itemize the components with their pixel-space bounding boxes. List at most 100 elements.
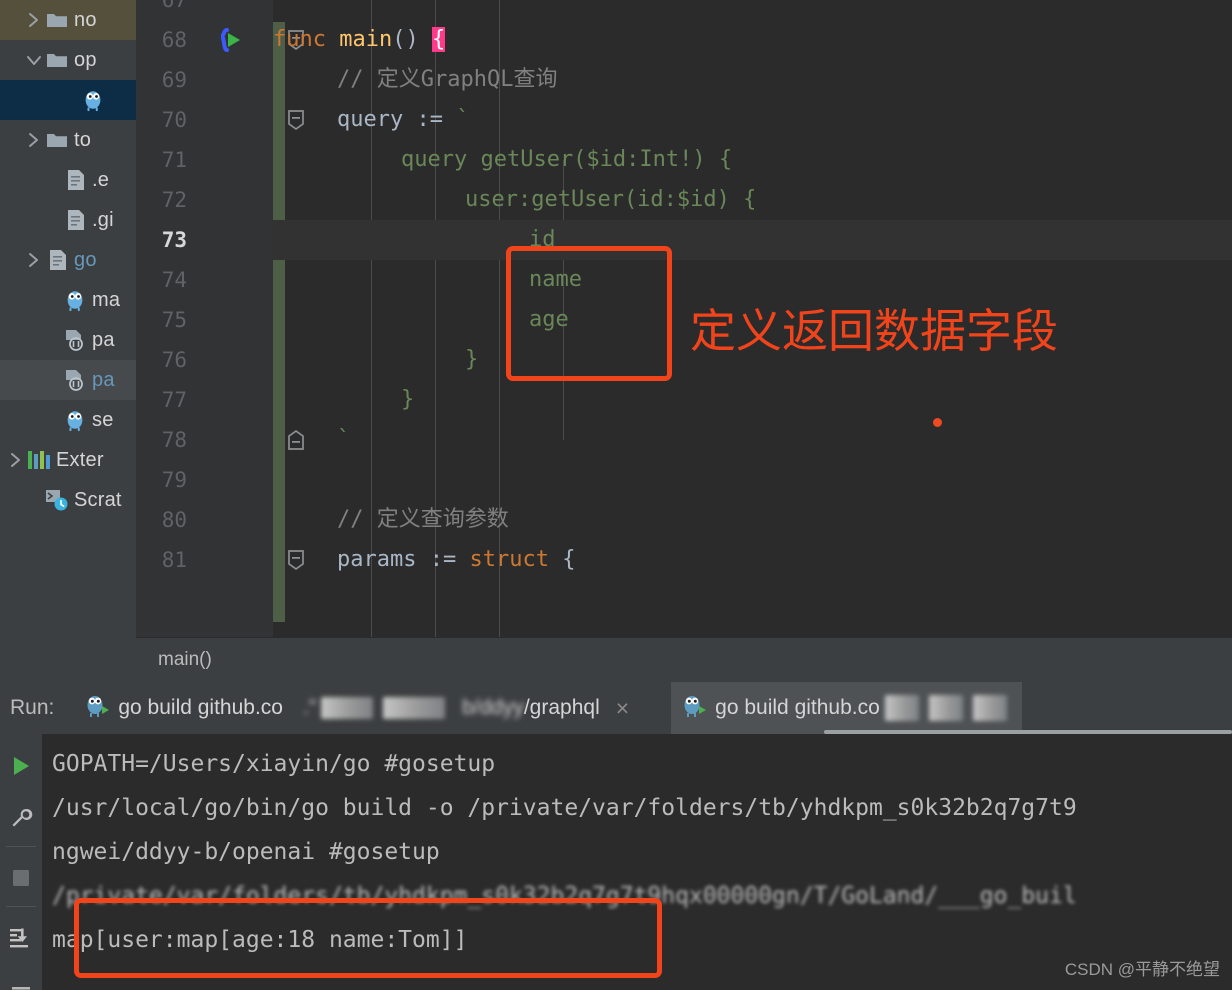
project-tree-item[interactable]: to [0, 120, 136, 160]
graphql-user-field: user:getUser(id:$id) { [465, 187, 757, 212]
main-parens: () [392, 27, 419, 52]
code-line-72[interactable]: user:getUser(id:$id) { [273, 180, 1232, 220]
graphql-field-id: id [529, 227, 556, 252]
run-tab-go-build-2[interactable]: go build github.co [671, 682, 1022, 734]
code-line-73[interactable]: id [273, 220, 1232, 260]
console-output[interactable]: GOPATH=/Users/xiayin/go #gosetup/usr/loc… [42, 734, 1232, 990]
project-tree-item-label: pa [92, 328, 115, 351]
matched-brace-highlight: { [431, 27, 446, 52]
close-icon[interactable]: × [616, 696, 629, 720]
comment-define-query-params: // 定义查询参数 [337, 507, 509, 532]
console-line: /private/var/folders/tb/yhdkpm_s0k32b2q7… [52, 883, 1077, 909]
code-line-78[interactable]: ` [273, 420, 1232, 460]
run-tab-title-graphql: /graphql [523, 696, 600, 719]
breadcrumb[interactable]: main() [136, 637, 1232, 682]
keyword-func: func [273, 27, 326, 52]
project-tree-item-label: .gi [92, 208, 114, 231]
breadcrumb-left-filler [0, 637, 136, 682]
project-tree-item[interactable]: ma [0, 280, 136, 320]
project-tree-item[interactable]: .gi [0, 200, 136, 240]
edit-configuration-button[interactable] [0, 796, 42, 840]
graphql-query-decl: query getUser($id:Int!) { [401, 147, 733, 172]
redacted-block-3: b/ddyy [450, 696, 524, 719]
line-number: 72 [161, 188, 187, 212]
run-gutter-icon[interactable] [214, 27, 248, 67]
go-file-icon [62, 288, 88, 312]
console-line: map[user:map[age:18 name:Tom]] [52, 927, 468, 953]
scroll-to-end-button[interactable] [0, 916, 42, 960]
scratches-icon [44, 488, 70, 512]
graphql-field-name: name [529, 267, 582, 292]
redacted-block-6 [972, 695, 1007, 721]
code-line-81[interactable]: params := struct { [273, 540, 1232, 580]
run-tab-title: go build github.co [118, 696, 283, 719]
csdn-watermark: CSDN @平静不绝望 [1064, 960, 1220, 979]
code-line-70[interactable]: query := ` [273, 100, 1232, 140]
project-tree-item[interactable]: pa [0, 360, 136, 400]
editor-gutter[interactable]: 67 68 69 70 71 72 73 74 75 76 77 78 79 80 81 [136, 0, 304, 637]
project-tree-panel[interactable]: no op to .e .gi go ma pa pa se Exter Scrat [0, 0, 136, 637]
project-tree-item[interactable]: .e [0, 160, 136, 200]
project-tree-item[interactable]: op [0, 40, 136, 80]
project-tree-item[interactable]: no [0, 0, 136, 40]
line-number: 78 [161, 428, 187, 452]
project-tree-item[interactable]: se [0, 400, 136, 440]
soft-wrap-button[interactable] [0, 966, 42, 990]
project-tree-item[interactable]: go [0, 240, 136, 280]
code-line-77[interactable]: } [273, 380, 1232, 420]
redacted-block-1 [321, 697, 374, 719]
code-editor[interactable]: 67 68 69 70 71 72 73 74 75 76 77 78 79 80 81 func main… [136, 0, 1232, 637]
project-tree-item[interactable]: pa [0, 320, 136, 360]
project-tree-item[interactable]: Exter [0, 440, 136, 480]
breadcrumb-item-main[interactable]: main() [158, 649, 212, 671]
rerun-button[interactable] [0, 744, 42, 788]
backtick-open: ` [456, 107, 470, 132]
text-file-icon [62, 209, 88, 231]
chevron-right-icon[interactable] [24, 11, 44, 29]
backtick-close: ` [337, 427, 351, 452]
code-line-80[interactable]: // 定义查询参数 [273, 500, 1232, 540]
project-tree-item[interactable] [0, 80, 136, 120]
chevron-right-icon[interactable] [24, 131, 44, 149]
run-toolbar[interactable] [0, 734, 42, 990]
go-test-file-icon [62, 368, 88, 392]
variable-query: query [337, 107, 404, 132]
chevron-right-icon[interactable] [24, 251, 44, 269]
struct-open-brace: { [562, 547, 576, 572]
goland-ide-window: no op to .e .gi go ma pa pa se Exter Scrat 67 68 69 70… [0, 0, 1232, 990]
run-tab-bar[interactable]: Run: go build github.co ." b/ddyy /graph… [0, 682, 1232, 734]
variable-params: params [337, 547, 417, 572]
line-number: 74 [161, 268, 187, 292]
project-tree-item[interactable]: Scrat [0, 480, 136, 520]
assign-operator-2: := [429, 547, 457, 572]
line-number: 80 [161, 508, 187, 532]
stop-button[interactable] [0, 856, 42, 900]
project-tree-item-label: to [74, 128, 92, 151]
project-tree-item-label: go [74, 248, 97, 271]
comment-define-graphql-query: // 定义GraphQL查询 [337, 67, 558, 92]
code-line-71[interactable]: query getUser($id:Int!) { [273, 140, 1232, 180]
line-number: 70 [161, 108, 187, 132]
code-line-69[interactable]: // 定义GraphQL查询 [273, 60, 1232, 100]
run-tab-graphql[interactable]: ." b/ddyy /graphql × [293, 682, 639, 734]
run-window-label: Run: [10, 696, 55, 719]
chevron-down-icon[interactable] [24, 53, 44, 67]
redacted-block-5 [928, 695, 963, 721]
folder-icon [44, 131, 70, 149]
project-tree-item-label: Exter [56, 448, 104, 471]
annotation-label-fields: 定义返回数据字段 [690, 304, 1058, 358]
redacted-block-2 [383, 697, 446, 719]
project-tree[interactable]: no op to .e .gi go ma pa pa se Exter Scrat [0, 0, 136, 520]
code-line-67[interactable] [273, 0, 1232, 20]
run-tab-go-build-1[interactable]: go build github.co [74, 682, 293, 734]
go-test-file-icon [62, 328, 88, 352]
line-number: 71 [161, 148, 187, 172]
console-line: /usr/local/go/bin/go build -o /private/v… [52, 795, 1077, 821]
project-tree-item-label: no [74, 8, 97, 31]
code-line-74[interactable]: name [273, 260, 1232, 300]
project-tree-item-label: se [92, 408, 114, 431]
graphql-close-brace-outer: } [401, 387, 415, 412]
code-line-79[interactable] [273, 460, 1232, 500]
code-line-68[interactable]: func main() { [273, 20, 1232, 60]
chevron-right-icon[interactable] [6, 451, 26, 469]
